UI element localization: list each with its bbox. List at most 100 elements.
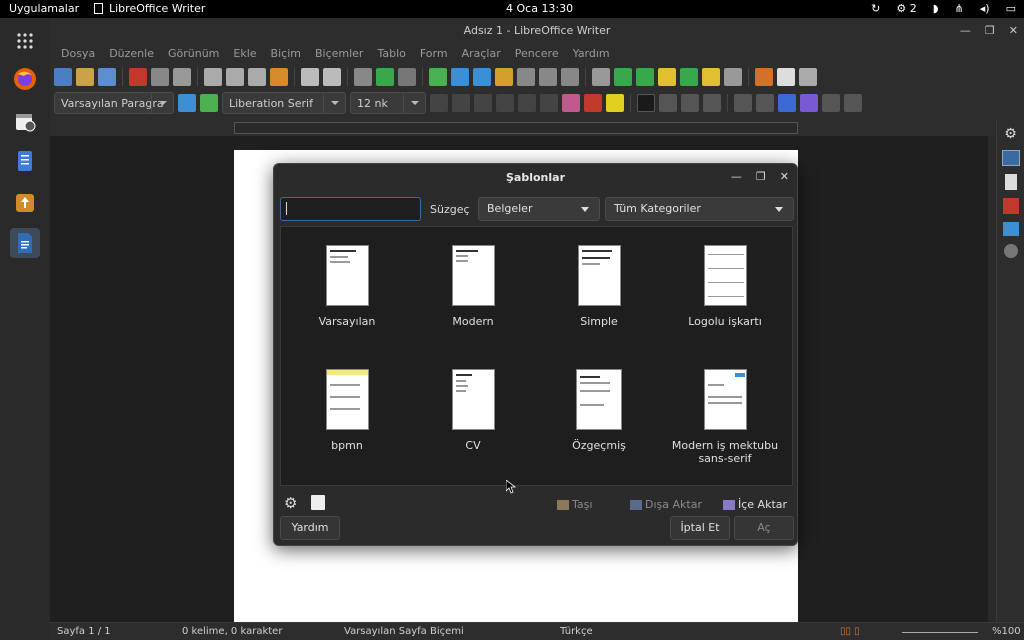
minimize-icon[interactable]: — (960, 18, 971, 44)
decrease-indent-icon[interactable] (800, 94, 818, 112)
italic-icon[interactable] (452, 94, 470, 112)
maximize-icon[interactable]: ❐ (985, 18, 995, 44)
close-icon[interactable]: ✕ (780, 170, 789, 183)
save-icon[interactable] (98, 68, 116, 86)
bold-icon[interactable] (430, 94, 448, 112)
zoom-slider[interactable] (902, 632, 978, 633)
clear-formatting-icon[interactable] (562, 94, 580, 112)
chevron-down-icon[interactable] (323, 93, 345, 113)
paragraph-style-combo[interactable]: Varsayılan Paragra (54, 92, 174, 114)
cancel-button[interactable]: İptal Et (670, 516, 730, 540)
paste-icon[interactable] (248, 68, 266, 86)
font-size-combo[interactable]: 12 nk (350, 92, 426, 114)
show-apps-icon[interactable] (10, 26, 40, 56)
horizontal-ruler[interactable] (234, 122, 798, 134)
increase-indent-icon[interactable] (778, 94, 796, 112)
word-count[interactable]: 0 kelime, 0 karakter (182, 626, 282, 637)
software-installer-icon[interactable] (10, 188, 40, 218)
refresh-icon[interactable]: ↻ (871, 2, 880, 15)
page-count[interactable]: Sayfa 1 / 1 (57, 626, 111, 637)
minimize-icon[interactable]: — (731, 170, 742, 183)
export-button[interactable]: Dışa Aktar (630, 498, 702, 511)
chevron-down-icon[interactable] (151, 93, 173, 113)
update-style-icon[interactable] (178, 94, 196, 112)
export-pdf-icon[interactable] (129, 68, 147, 86)
libreoffice-writer-icon[interactable] (10, 228, 40, 258)
active-app-menu[interactable]: LibreOffice Writer (94, 2, 205, 15)
clone-formatting-icon[interactable] (270, 68, 288, 86)
template-item[interactable]: Modern (410, 245, 536, 328)
justify-icon[interactable] (703, 94, 721, 112)
subscript-icon[interactable] (540, 94, 558, 112)
template-item[interactable]: Logolu işkartı (662, 245, 788, 328)
zoom-level[interactable]: %100 (992, 626, 1021, 637)
applications-menu[interactable]: Uygulamalar (9, 2, 79, 15)
menu-view[interactable]: Görünüm (161, 44, 226, 64)
insert-chart-icon[interactable] (473, 68, 491, 86)
text-editor-icon[interactable] (10, 146, 40, 176)
insert-textbox-icon[interactable] (495, 68, 513, 86)
draw-functions-icon[interactable] (799, 68, 817, 86)
align-center-icon[interactable] (659, 94, 677, 112)
template-item[interactable]: Modern iş mektubu sans-serif (662, 369, 788, 465)
paragraph-spacing-icon[interactable] (844, 94, 862, 112)
strikethrough-icon[interactable] (496, 94, 514, 112)
page-style[interactable]: Varsayılan Sayfa Biçemi (344, 626, 464, 637)
menu-window[interactable]: Pencere (508, 44, 566, 64)
copy-icon[interactable] (226, 68, 244, 86)
menu-table[interactable]: Tablo (370, 44, 412, 64)
template-item[interactable]: Simple (536, 245, 662, 328)
cross-reference-icon[interactable] (680, 68, 698, 86)
language[interactable]: Türkçe (560, 626, 593, 637)
line-spacing-icon[interactable] (822, 94, 840, 112)
search-input[interactable] (280, 197, 421, 221)
battery-icon[interactable]: ▭ (1006, 2, 1016, 15)
menu-styles[interactable]: Biçemler (308, 44, 370, 64)
document-type-select[interactable]: Belgeler (478, 197, 600, 221)
page-break-icon[interactable] (517, 68, 535, 86)
template-item[interactable]: Özgeçmiş (536, 369, 662, 452)
bookmark-icon[interactable] (658, 68, 676, 86)
open-button[interactable]: Aç (734, 516, 794, 540)
view-layout-icon[interactable]: ▯▯ ▯ (840, 626, 860, 637)
hyperlink-icon[interactable] (592, 68, 610, 86)
font-color-icon[interactable] (584, 94, 602, 112)
new-document-icon[interactable] (54, 68, 72, 86)
basic-shapes-icon[interactable] (777, 68, 795, 86)
system-tray[interactable]: ↻ ⚙ 2 ◗ ⋔ ◂) ▭ (871, 2, 1016, 15)
settings-gear-icon[interactable]: ⚙ (284, 494, 297, 512)
cut-icon[interactable] (204, 68, 222, 86)
new-style-icon[interactable] (200, 94, 218, 112)
print-preview-icon[interactable] (173, 68, 191, 86)
insert-field-icon[interactable] (539, 68, 557, 86)
volume-icon[interactable]: ◂) (980, 2, 990, 15)
move-button[interactable]: Taşı (557, 498, 592, 511)
gear-icon[interactable]: ⚙ (1003, 126, 1019, 142)
insert-table-icon[interactable] (429, 68, 447, 86)
menu-file[interactable]: Dosya (54, 44, 102, 64)
special-character-icon[interactable] (561, 68, 579, 86)
bullets-icon[interactable] (734, 94, 752, 112)
spelling-icon[interactable] (376, 68, 394, 86)
gallery-icon[interactable] (1002, 222, 1019, 236)
clock[interactable]: 4 Oca 13:30 (506, 2, 573, 15)
numbering-icon[interactable] (756, 94, 774, 112)
navigator-icon[interactable] (1003, 244, 1018, 258)
underline-icon[interactable] (474, 94, 492, 112)
track-changes-icon[interactable] (724, 68, 742, 86)
template-item[interactable]: CV (410, 369, 536, 452)
import-button[interactable]: İçe Aktar (723, 498, 787, 511)
page-icon[interactable] (1004, 174, 1017, 190)
endnote-icon[interactable] (636, 68, 654, 86)
menu-insert[interactable]: Ekle (226, 44, 263, 64)
maximize-icon[interactable]: ❐ (756, 170, 766, 183)
menu-format[interactable]: Biçim (264, 44, 308, 64)
find-replace-icon[interactable] (354, 68, 372, 86)
highlight-icon[interactable] (606, 94, 624, 112)
styles-icon[interactable] (1002, 198, 1019, 214)
insert-line-icon[interactable] (755, 68, 773, 86)
calendar-app-icon[interactable] (10, 106, 40, 136)
chevron-down-icon[interactable] (403, 93, 425, 113)
gear-icon[interactable]: ⚙ 2 (896, 2, 916, 15)
insert-image-icon[interactable] (451, 68, 469, 86)
